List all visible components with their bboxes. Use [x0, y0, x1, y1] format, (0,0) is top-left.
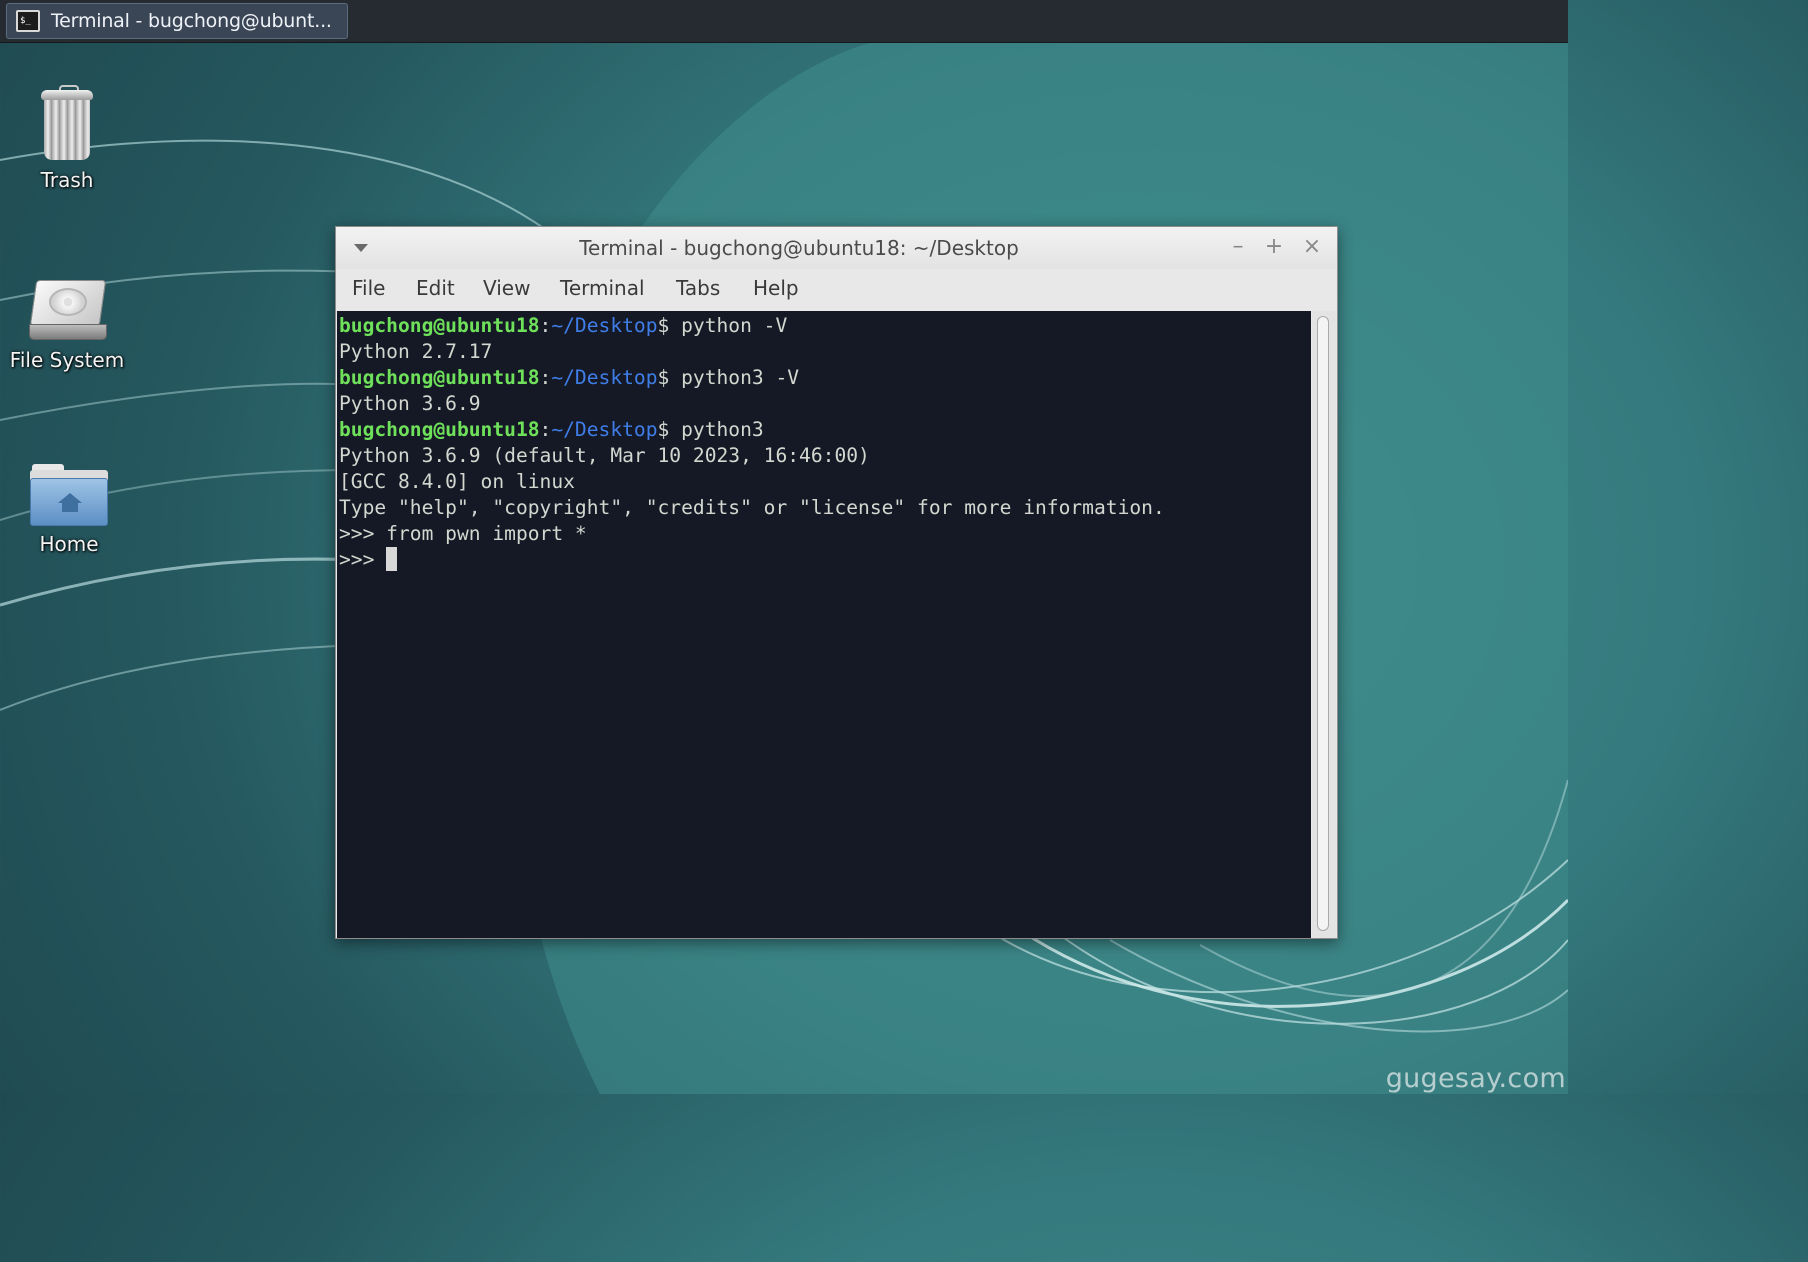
- prompt-path: ~/Desktop: [551, 314, 658, 337]
- menu-help[interactable]: Help: [753, 276, 799, 300]
- terminal-output-line: >>> from pwn import *: [339, 522, 587, 545]
- terminal-output-line: Python 2.7.17: [339, 340, 493, 363]
- top-panel: $_ Terminal - bugchong@ubunt...: [0, 0, 1568, 43]
- close-button[interactable]: ×: [1300, 235, 1324, 259]
- terminal-icon: $_: [16, 10, 40, 32]
- terminal-prompt-line: bugchong@ubuntu18:~/Desktop$ python3 -V: [339, 366, 800, 389]
- terminal-window: Terminal - bugchong@ubuntu18: ~/Desktop …: [335, 226, 1338, 939]
- taskbar-terminal-button[interactable]: $_ Terminal - bugchong@ubunt...: [6, 3, 348, 39]
- maximize-button[interactable]: +: [1262, 235, 1286, 259]
- prompt-user-host: bugchong@ubuntu18: [339, 418, 540, 441]
- minimize-button[interactable]: –: [1226, 235, 1250, 259]
- trash-icon: [41, 85, 93, 162]
- text-cursor: [386, 547, 398, 571]
- menu-view[interactable]: View: [483, 276, 530, 300]
- desktop-icon-trash[interactable]: Trash: [1, 85, 133, 192]
- desktop-icon-home[interactable]: Home: [3, 464, 135, 556]
- scrollbar[interactable]: [1312, 311, 1336, 938]
- prompt-path: ~/Desktop: [551, 418, 658, 441]
- menu-file[interactable]: File: [352, 276, 385, 300]
- taskbar-window-label: Terminal - bugchong@ubunt...: [51, 10, 332, 32]
- prompt-path: ~/Desktop: [551, 366, 658, 389]
- terminal-output-line: [GCC 8.4.0] on linux: [339, 470, 575, 493]
- home-folder-icon: [30, 464, 108, 526]
- terminal-output-line: Python 3.6.9: [339, 392, 481, 415]
- desktop-icon-label: File System: [9, 348, 125, 372]
- terminal-prompt-line: bugchong@ubuntu18:~/Desktop$ python3: [339, 418, 764, 441]
- window-titlebar[interactable]: Terminal - bugchong@ubuntu18: ~/Desktop …: [336, 227, 1337, 269]
- terminal-prompt-line: bugchong@ubuntu18:~/Desktop$ python -V: [339, 314, 788, 337]
- desktop-icon-label: Home: [39, 532, 99, 556]
- desktop-icon-label: Trash: [40, 168, 94, 192]
- terminal-input-line: >>>: [339, 547, 398, 573]
- hard-drive-icon: [27, 280, 107, 342]
- prompt-command: $ python3: [657, 418, 764, 441]
- terminal-output-line: Type "help", "copyright", "credits" or "…: [339, 496, 1165, 519]
- prompt-command: $ python3 -V: [657, 366, 800, 389]
- prompt-user-host: bugchong@ubuntu18: [339, 314, 540, 337]
- menu-tabs[interactable]: Tabs: [676, 276, 720, 300]
- prompt-user-host: bugchong@ubuntu18: [339, 366, 540, 389]
- menu-bar: File Edit View Terminal Tabs Help: [336, 269, 1337, 309]
- menu-edit[interactable]: Edit: [416, 276, 455, 300]
- window-title: Terminal - bugchong@ubuntu18: ~/Desktop: [579, 236, 1019, 260]
- desktop-icon-file-system[interactable]: File System: [1, 280, 133, 372]
- scrollbar-thumb[interactable]: [1317, 316, 1329, 931]
- terminal-output[interactable]: bugchong@ubuntu18:~/Desktop$ python -V Py…: [337, 311, 1311, 938]
- menu-terminal[interactable]: Terminal: [560, 276, 645, 300]
- prompt-command: $ python -V: [657, 314, 788, 337]
- terminal-output-line: Python 3.6.9 (default, Mar 10 2023, 16:4…: [339, 444, 870, 467]
- watermark: gugesay.com: [1385, 1063, 1566, 1094]
